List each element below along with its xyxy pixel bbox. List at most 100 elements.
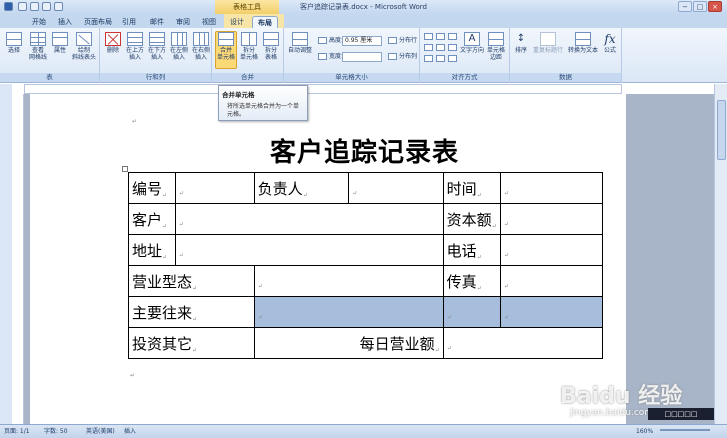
row-height-input[interactable]: 0.95 厘米 (342, 36, 382, 46)
col-width-input[interactable] (342, 52, 382, 62)
scrollbar-thumb[interactable] (717, 100, 726, 160)
convert-to-text-button[interactable]: 转换为文本 (566, 32, 600, 54)
table-cell[interactable]: 资本额↵ (442, 203, 501, 235)
table-cell[interactable]: ↵ (174, 172, 255, 204)
align-top-center-icon[interactable] (436, 33, 445, 40)
tab-review[interactable]: 审阅 (172, 16, 194, 28)
text-direction-button[interactable]: A 文字方向 (460, 32, 484, 54)
customer-tracking-table[interactable]: 编号↵ ↵ 负责人↵ ↵ 时间↵ ↵ 客户↵ ↵ 资本额↵ ↵ 地址↵ ↵ 电话… (128, 172, 604, 359)
table-cell[interactable]: ↵ (499, 234, 604, 266)
tab-home[interactable]: 开始 (28, 16, 50, 28)
close-button[interactable]: × (708, 1, 722, 12)
tab-insert[interactable]: 插入 (54, 16, 76, 28)
delete-button[interactable]: 删除 (102, 32, 124, 54)
tab-references[interactable]: 引用 (118, 16, 140, 28)
insert-below-icon (149, 32, 165, 46)
table-cell[interactable]: 负责人↵ (253, 172, 350, 204)
align-middle-left-icon[interactable] (424, 44, 433, 51)
table-row: 主要往来↵ ↵ ↵ ↵ (128, 296, 604, 328)
align-bottom-right-icon[interactable] (448, 55, 457, 62)
table-row: 编号↵ ↵ 负责人↵ ↵ 时间↵ ↵ (128, 172, 604, 204)
split-table-button[interactable]: 拆分 表格 (260, 32, 282, 61)
text-direction-icon: A (464, 32, 480, 46)
table-cell[interactable]: ↵ (499, 203, 604, 235)
draw-diagonal-header-button[interactable]: 绘制 斜线表头 (70, 32, 98, 61)
table-cell[interactable]: 客户↵ (128, 203, 176, 235)
status-zoom[interactable]: 160% (636, 425, 653, 438)
tooltip-title: 合并单元格 (222, 91, 255, 99)
horizontal-ruler[interactable] (24, 84, 622, 94)
table-cell[interactable]: 时间↵ (442, 172, 501, 204)
repeat-header-rows-button[interactable]: 重复标题行 (530, 32, 566, 54)
minimize-button[interactable]: − (678, 1, 692, 12)
ribbon-tabs: 开始 插入 页面布局 引用 邮件 审阅 视图 设计 布局 (0, 14, 727, 28)
height-label: 高度: (318, 36, 343, 45)
insert-above-button[interactable]: 在上方 插入 (124, 32, 146, 61)
maximize-button[interactable]: □ (693, 1, 707, 12)
align-bottom-center-icon[interactable] (436, 55, 445, 62)
table-cell[interactable]: 电话↵ (442, 234, 501, 266)
align-top-left-icon[interactable] (424, 33, 433, 40)
tab-design[interactable]: 设计 (226, 16, 248, 28)
table-cell[interactable]: 营业型态↵ (128, 265, 255, 297)
align-middle-right-icon[interactable] (448, 44, 457, 51)
table-cell[interactable]: 地址↵ (128, 234, 176, 266)
paragraph-mark: ↵ (130, 372, 136, 379)
distribute-cols-button[interactable]: 分布列 (388, 52, 417, 61)
tab-mailings[interactable]: 邮件 (146, 16, 168, 28)
table-cell[interactable]: ↵ (499, 172, 604, 204)
tab-page-layout[interactable]: 页面布局 (82, 16, 114, 28)
distribute-rows-button[interactable]: 分布行 (388, 36, 417, 45)
table-cell-selected[interactable]: ↵ (442, 296, 501, 328)
table-cell[interactable]: 投资其它↵ (128, 327, 255, 359)
insert-left-button[interactable]: 在左侧 插入 (168, 32, 190, 61)
autofit-button[interactable]: 自动调整 (286, 32, 314, 54)
vertical-ruler[interactable] (12, 94, 24, 424)
status-mode[interactable]: 插入 (124, 425, 136, 438)
align-center-icon[interactable] (436, 44, 445, 51)
properties-button[interactable]: 属性 (50, 32, 70, 54)
split-cells-button[interactable]: 拆分 单元格 (238, 32, 260, 61)
table-cell-selected[interactable]: ↵ (253, 296, 444, 328)
sort-button[interactable]: ↕ 排序 (512, 32, 530, 54)
status-words[interactable]: 字数: 50 (44, 425, 68, 438)
view-gridlines-button[interactable]: 查看 网格线 (26, 32, 50, 61)
cell-margins-button[interactable]: 单元格 边距 (484, 32, 508, 61)
formula-icon: fx (604, 32, 616, 46)
merge-cells-button[interactable]: 合并 单元格 (215, 31, 237, 69)
insert-below-button[interactable]: 在下方 插入 (146, 32, 168, 61)
table-cell-selected[interactable]: ↵ (499, 296, 604, 328)
tab-layout[interactable]: 布局 (252, 16, 278, 28)
table-cell[interactable]: 主要往来↵ (128, 296, 255, 328)
zoom-slider[interactable] (660, 429, 710, 431)
table-row: 客户↵ ↵ 资本额↵ ↵ (128, 203, 604, 235)
formula-button[interactable]: fx 公式 (600, 32, 620, 54)
vertical-scrollbar[interactable] (714, 84, 727, 424)
select-button[interactable]: 选择 (2, 32, 26, 54)
convert-to-text-icon (575, 32, 591, 46)
table-row: 营业型态↵ ↵ 传真↵ ↵ (128, 265, 604, 297)
table-cell[interactable]: ↵ (348, 172, 444, 204)
table-cell[interactable]: ↵ (174, 234, 444, 266)
status-language[interactable]: 英语(美国) (86, 425, 115, 438)
status-page[interactable]: 页面: 1/1 (4, 425, 30, 438)
table-cell[interactable]: 传真↵ (442, 265, 501, 297)
title-bar: 客户追踪记录表.docx - Microsoft Word − □ × (0, 0, 727, 14)
document-title[interactable]: 客户追踪记录表 (270, 132, 459, 169)
insert-right-button[interactable]: 在右侧 插入 (190, 32, 212, 61)
table-cell[interactable]: 编号↵ (128, 172, 176, 204)
align-top-right-icon[interactable] (448, 33, 457, 40)
table-cell[interactable]: ↵ (174, 203, 444, 235)
table-cell[interactable]: ↵ (253, 265, 444, 297)
table-cell[interactable]: 每日营业额↵ (253, 327, 444, 359)
align-bottom-left-icon[interactable] (424, 55, 433, 62)
tab-view[interactable]: 视图 (198, 16, 220, 28)
gridlines-icon (30, 32, 46, 46)
merge-cells-tooltip: 合并单元格 将所选单元格合并为一个单元格。 (218, 85, 308, 121)
table-tools-context-title: 表格工具 (215, 0, 279, 14)
table-cell[interactable]: ↵ (499, 265, 604, 297)
ruler-toggle-area (0, 84, 12, 424)
window-title: 客户追踪记录表.docx - Microsoft Word (300, 3, 427, 11)
table-cell[interactable]: ↵ (442, 327, 604, 359)
alignment-grid (424, 33, 458, 65)
